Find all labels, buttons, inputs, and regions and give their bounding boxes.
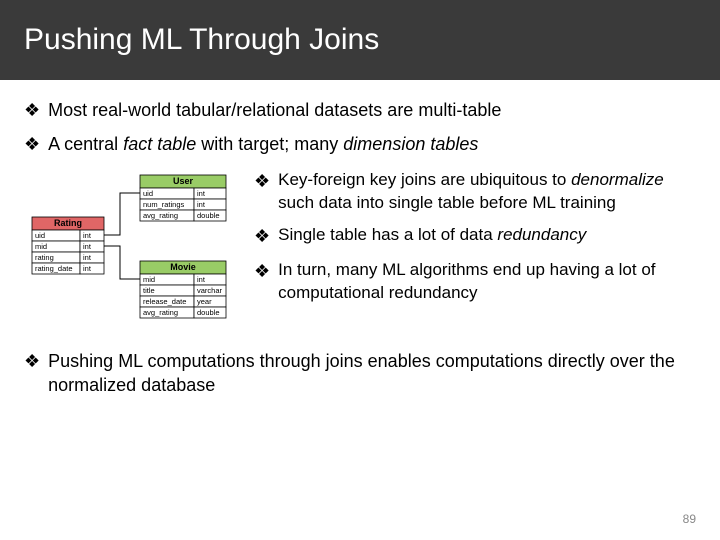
bullet-frag: Key-foreign key joins are ubiquitous to: [278, 170, 571, 189]
svg-text:int: int: [197, 189, 206, 198]
diamond-icon: ❖: [254, 224, 270, 248]
slide-body: ❖ Most real-world tabular/relational dat…: [0, 80, 720, 397]
svg-text:double: double: [197, 308, 220, 317]
bullet-text: Key-foreign key joins are ubiquitous to …: [278, 169, 696, 215]
bullet-italic: redundancy: [497, 225, 586, 244]
bullet-text: In turn, many ML algorithms end up havin…: [278, 259, 696, 305]
bullet-mid-1: ❖ Key-foreign key joins are ubiquitous t…: [254, 169, 696, 215]
bullet-mid-2: ❖ Single table has a lot of data redunda…: [254, 224, 696, 248]
schema-diagram: Rating uid int mid int rating int rating_da…: [30, 169, 240, 339]
svg-text:int: int: [197, 275, 206, 284]
bullet-frag: Single table has a lot of data: [278, 225, 497, 244]
bullet-italic: dimension tables: [343, 134, 478, 154]
svg-text:title: title: [143, 286, 155, 295]
table-rating: Rating uid int mid int rating int rating_da…: [32, 217, 104, 274]
table-title: Rating: [54, 218, 82, 228]
bullet-frag: A central: [48, 134, 123, 154]
table-title: User: [173, 176, 194, 186]
table-movie: Movie mid int title varchar release_date ye…: [140, 261, 226, 318]
svg-text:varchar: varchar: [197, 286, 223, 295]
svg-text:uid: uid: [143, 189, 153, 198]
bullet-mid-3: ❖ In turn, many ML algorithms end up hav…: [254, 259, 696, 305]
bullet-bottom: ❖ Pushing ML computations through joins …: [24, 349, 696, 398]
svg-text:int: int: [197, 200, 206, 209]
svg-text:int: int: [83, 231, 92, 240]
diamond-icon: ❖: [254, 259, 270, 283]
svg-text:avg_rating: avg_rating: [143, 211, 178, 220]
bullets-mid: ❖ Key-foreign key joins are ubiquitous t…: [254, 169, 696, 339]
svg-text:year: year: [197, 297, 212, 306]
svg-text:avg_rating: avg_rating: [143, 308, 178, 317]
page-number: 89: [683, 512, 696, 526]
diamond-icon: ❖: [24, 349, 40, 373]
bullet-frag: with target; many: [196, 134, 343, 154]
svg-text:release_date: release_date: [143, 297, 186, 306]
svg-text:int: int: [83, 253, 92, 262]
svg-text:mid: mid: [143, 275, 155, 284]
table-title: Movie: [170, 262, 196, 272]
bullet-top-1: ❖ Most real-world tabular/relational dat…: [24, 98, 696, 122]
diamond-icon: ❖: [24, 98, 40, 122]
join-line-user: [104, 193, 140, 235]
bullet-text: A central fact table with target; many d…: [48, 132, 696, 156]
svg-text:int: int: [83, 242, 92, 251]
svg-text:mid: mid: [35, 242, 47, 251]
table-user: User uid int num_ratings int avg_rating dou…: [140, 175, 226, 221]
join-line-movie: [104, 246, 140, 279]
bullet-text: Most real-world tabular/relational datas…: [48, 98, 696, 122]
diamond-icon: ❖: [254, 169, 270, 193]
bullet-text: Pushing ML computations through joins en…: [48, 349, 696, 398]
slide-title: Pushing ML Through Joins: [24, 23, 379, 57]
svg-text:rating_date: rating_date: [35, 264, 73, 273]
bullet-top-2: ❖ A central fact table with target; many…: [24, 132, 696, 156]
bullet-frag: such data into single table before ML tr…: [278, 193, 616, 212]
slide: Pushing ML Through Joins ❖ Most real-wor…: [0, 0, 720, 540]
svg-text:int: int: [83, 264, 92, 273]
mid-row: Rating uid int mid int rating int rating_da…: [24, 169, 696, 339]
bullet-text: Single table has a lot of data redundanc…: [278, 224, 696, 247]
bullet-italic: fact table: [123, 134, 196, 154]
diamond-icon: ❖: [24, 132, 40, 156]
title-bar: Pushing ML Through Joins: [0, 0, 720, 80]
svg-text:double: double: [197, 211, 220, 220]
svg-text:uid: uid: [35, 231, 45, 240]
bullet-italic: denormalize: [571, 170, 664, 189]
svg-text:rating: rating: [35, 253, 54, 262]
svg-text:num_ratings: num_ratings: [143, 200, 185, 209]
